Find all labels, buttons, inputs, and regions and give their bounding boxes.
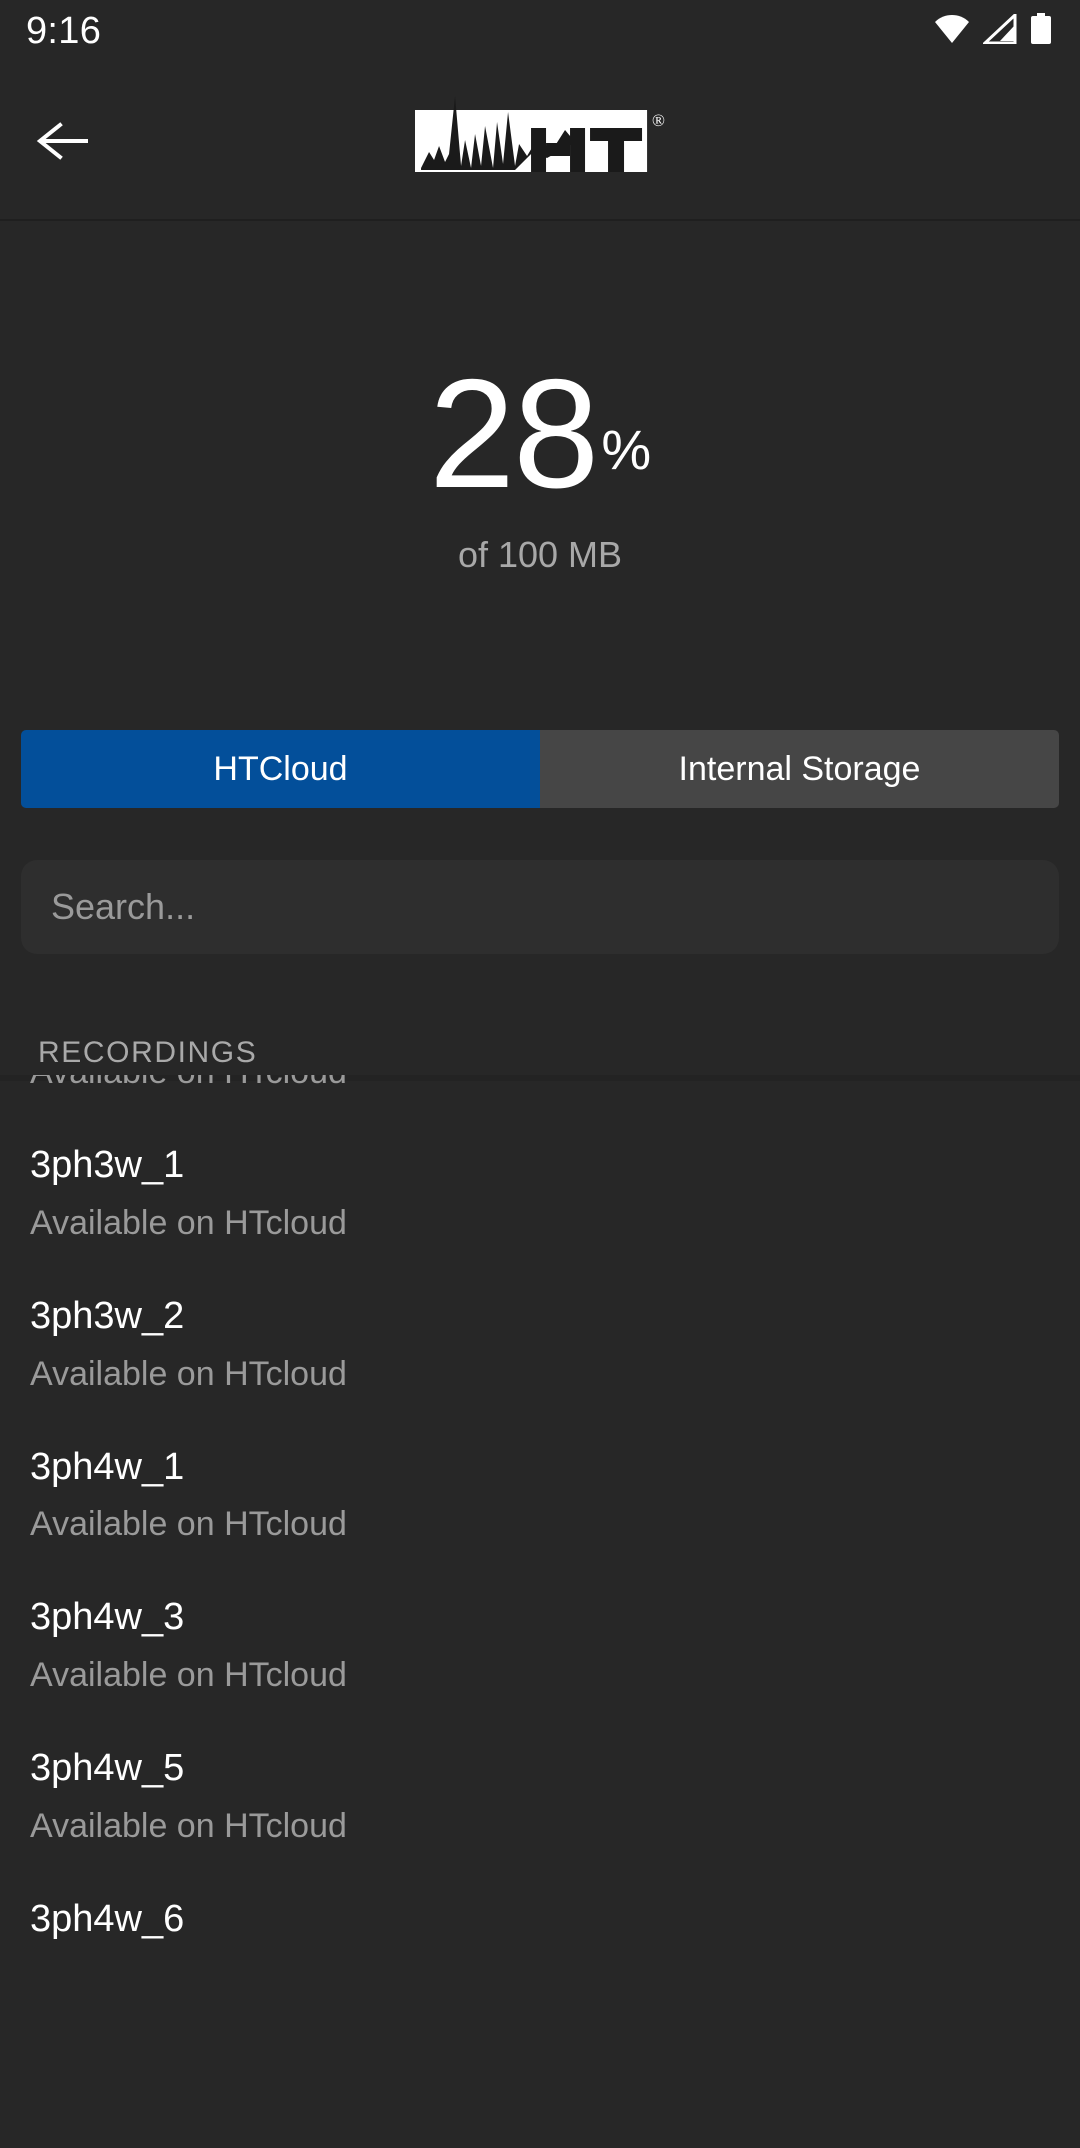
app-bar: ® [0,62,1080,220]
list-item[interactable]: 3ph4w_5 Available on HTcloud [0,1747,1080,1846]
storage-usage-value-row: 28 % [428,347,652,521]
recording-name: 3ph4w_3 [30,1596,185,1639]
list-gap [0,1544,1080,1596]
list-gap [0,1394,1080,1446]
recording-status: Available on HTcloud [30,1203,347,1242]
storage-usage-total: of 100 MB [457,533,623,575]
list-gap [0,1092,1080,1144]
recording-name: 3ph4w_6 [30,1898,185,1940]
recording-name: 3ph4w_5 [30,1747,185,1790]
list-item[interactable]: 3ph3w_2 Available on HTcloud [0,1295,1080,1394]
list-gap [0,1695,1080,1747]
list-item[interactable]: 3ph3w_1 Available on HTcloud [0,1144,1080,1243]
status-bar: 9:16 [0,0,1080,62]
recording-status: Available on HTcloud [30,1354,347,1393]
recording-name: 3ph3w_2 [30,1294,185,1337]
ht-logo: ® [415,96,665,172]
recording-status: Available on HTcloud [30,1505,347,1544]
recording-name: 3ph3w_1 [30,1144,185,1187]
tab-htcloud[interactable]: HTCloud [21,730,540,808]
storage-usage-percent: 28 [428,347,599,521]
search-input[interactable] [21,860,1059,954]
list-item[interactable]: 3ph4w_3 Available on HTcloud [0,1596,1080,1695]
section-header-recordings: RECORDINGS [38,1036,258,1069]
cellular-signal-icon [981,11,1017,49]
app-root: 9:16 ® 28 % of 100 MB HTCloud Internal S… [0,0,1080,2148]
list-gap [0,1846,1080,1898]
list-gap [0,1243,1080,1295]
status-bar-clock: 9:16 [26,9,102,52]
status-bar-icons [934,11,1052,50]
storage-usage-panel: 28 % of 100 MB [0,228,1080,708]
search-field-wrapper [21,860,1059,954]
battery-icon [1030,12,1052,50]
recording-status: Available on HTcloud [30,1806,347,1845]
tab-internal-storage[interactable]: Internal Storage [540,730,1059,808]
list-item[interactable]: 3ph4w_6 [0,1898,1080,1942]
recording-name: 3ph4w_1 [30,1445,185,1488]
storage-usage-percent-sign: % [601,418,652,482]
recordings-list[interactable]: Available on HTcloud 3ph3w_1 Available o… [0,1075,1080,2148]
list-item[interactable]: Available on HTcloud [0,1075,1080,1092]
storage-tab-bar: HTCloud Internal Storage [21,730,1059,808]
recording-status: Available on HTcloud [30,1075,1080,1092]
registered-trademark-icon: ® [652,111,665,130]
wifi-icon [934,14,970,49]
recordings-list-inner: Available on HTcloud 3ph3w_1 Available o… [0,1075,1080,1942]
list-item[interactable]: 3ph4w_1 Available on HTcloud [0,1446,1080,1545]
recording-status: Available on HTcloud [30,1656,347,1695]
app-bar-divider [0,219,1080,221]
back-button[interactable] [28,105,100,177]
ht-logo-mark [415,96,648,172]
